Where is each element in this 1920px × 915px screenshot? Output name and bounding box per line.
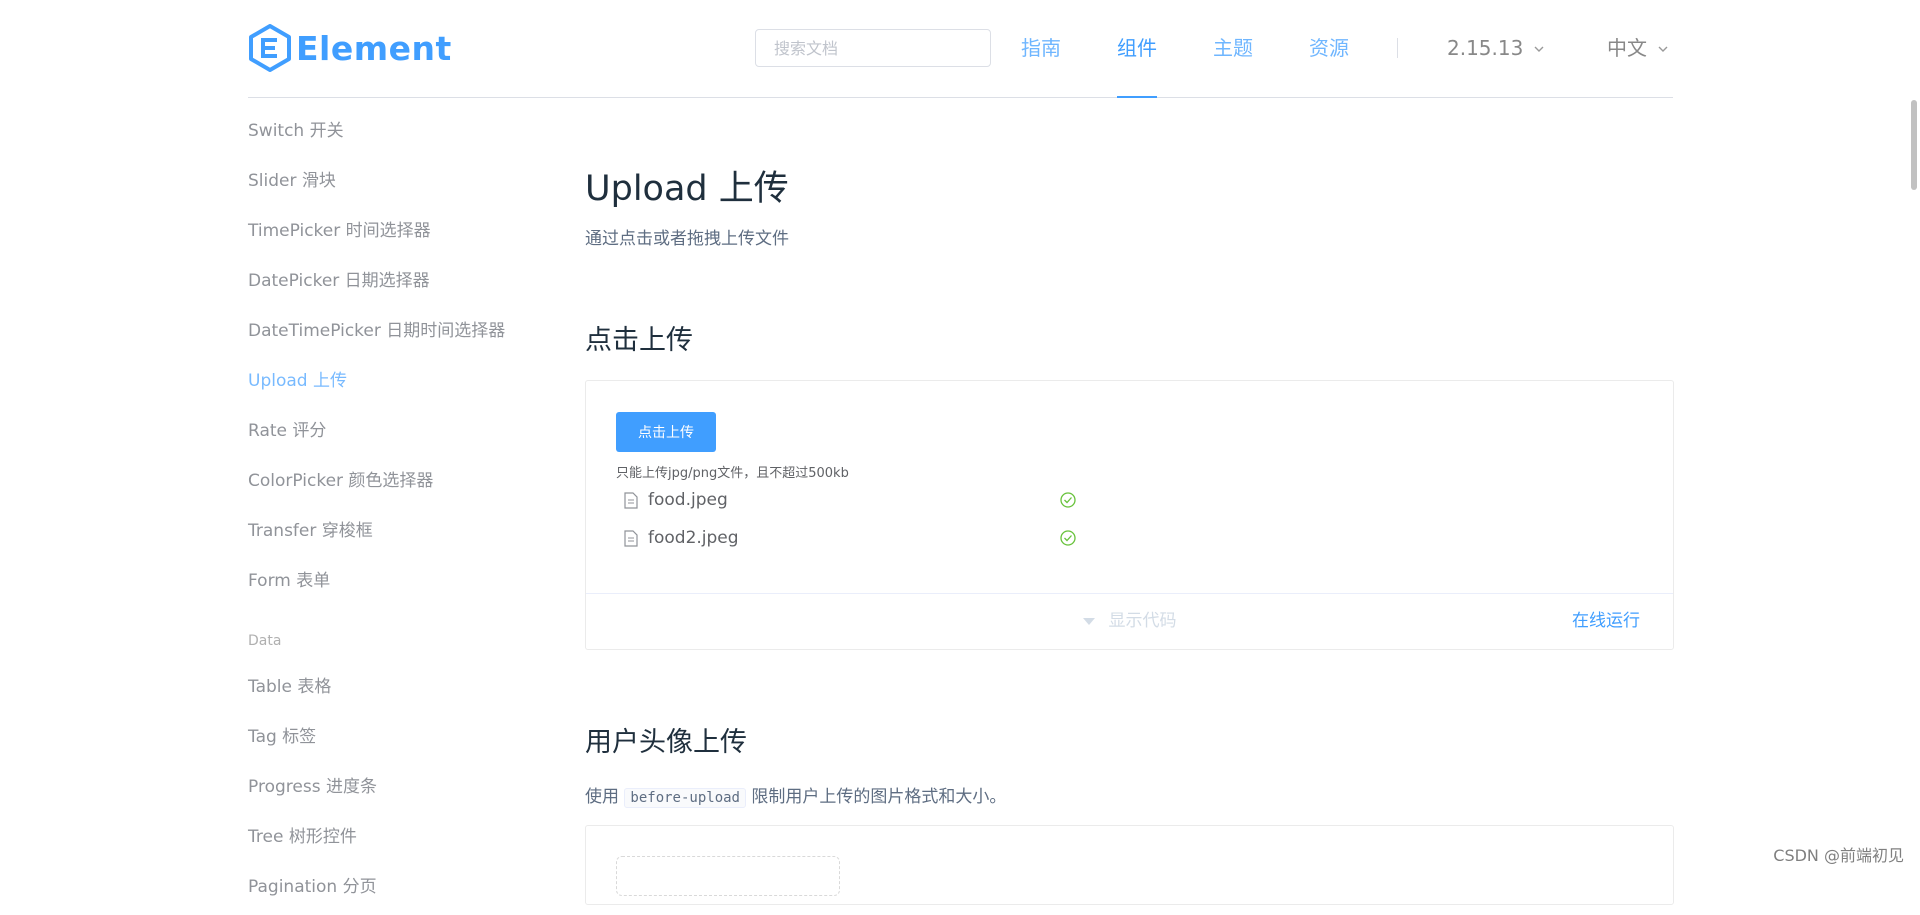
sidebar-item-tree[interactable]: Tree 树形控件 (248, 810, 548, 860)
chevron-down-icon (1658, 46, 1668, 52)
nav-guide[interactable]: 指南 (1021, 0, 1061, 97)
sidebar-item-datetimepicker[interactable]: DateTimePicker 日期时间选择器 (248, 304, 548, 354)
sidebar-item-colorpicker[interactable]: ColorPicker 颜色选择器 (248, 454, 548, 504)
sidebar-item-slider[interactable]: Slider 滑块 (248, 154, 548, 204)
desc-prefix: 使用 (585, 787, 619, 807)
section-title-click-upload: 点击上传 (585, 325, 693, 356)
file-list-item[interactable]: food.jpeg (616, 485, 1076, 515)
element-logo-icon (249, 24, 291, 72)
page-description: 通过点击或者拖拽上传文件 (585, 229, 789, 249)
page-scrollbar[interactable] (1909, 0, 1920, 878)
version-label: 2.15.13 (1447, 36, 1524, 60)
show-code-label: 显示代码 (1108, 611, 1177, 631)
file-list-item[interactable]: food2.jpeg (616, 523, 1076, 553)
sidebar-item-upload[interactable]: Upload 上传 (248, 354, 548, 404)
version-dropdown[interactable]: 2.15.13 (1447, 0, 1545, 97)
watermark: CSDN @前端初见 (1773, 846, 1904, 865)
inline-code: before-upload (624, 788, 746, 808)
language-label: 中文 (1607, 36, 1647, 60)
success-check-icon (1060, 530, 1076, 546)
sidebar-item-timepicker[interactable]: TimePicker 时间选择器 (248, 204, 548, 254)
document-icon (624, 529, 638, 547)
nav-divider (1397, 38, 1398, 58)
run-online-button[interactable]: 在线运行 (1572, 594, 1640, 649)
document-icon (624, 491, 638, 509)
main-nav: 指南 组件 主题 资源 (1021, 0, 1405, 98)
sidebar-item-switch[interactable]: Switch 开关 (248, 104, 548, 154)
upload-button[interactable]: 点击上传 (616, 412, 716, 452)
demo-block-avatar-upload (585, 825, 1674, 905)
page-title: Upload 上传 (585, 169, 789, 209)
file-name: food2.jpeg (648, 528, 739, 548)
sidebar: Switch 开关 Slider 滑块 TimePicker 时间选择器 Dat… (248, 104, 548, 910)
sidebar-item-form[interactable]: Form 表单 (248, 554, 548, 604)
chevron-down-icon (1534, 46, 1544, 52)
logo-text: Element (296, 28, 452, 68)
section-title-avatar-upload: 用户头像上传 (585, 727, 747, 758)
file-name: food.jpeg (648, 490, 728, 510)
nav-resource[interactable]: 资源 (1309, 0, 1349, 97)
sidebar-item-table[interactable]: Table 表格 (248, 660, 548, 710)
demo-block-click-upload: 点击上传 只能上传jpg/png文件，且不超过500kb food.jpeg f… (585, 380, 1674, 650)
demo-footer: 显示代码 在线运行 (586, 593, 1673, 649)
element-logo[interactable]: Element (248, 22, 452, 74)
language-dropdown[interactable]: 中文 (1607, 0, 1669, 97)
search-input[interactable] (755, 29, 991, 67)
sidebar-item-transfer[interactable]: Transfer 穿梭框 (248, 504, 548, 554)
upload-tip: 只能上传jpg/png文件，且不超过500kb (616, 466, 849, 481)
sidebar-item-pagination[interactable]: Pagination 分页 (248, 860, 548, 910)
nav-theme[interactable]: 主题 (1213, 0, 1253, 97)
nav-component[interactable]: 组件 (1117, 0, 1157, 98)
show-code-toggle[interactable]: 显示代码 (586, 594, 1673, 649)
section-description: 使用 before-upload 限制用户上传的图片格式和大小。 (585, 782, 1007, 808)
sidebar-item-progress[interactable]: Progress 进度条 (248, 760, 548, 810)
success-check-icon (1060, 492, 1076, 508)
caret-down-icon (1082, 617, 1095, 625)
sidebar-item-tag[interactable]: Tag 标签 (248, 710, 548, 760)
sidebar-group-label: Data (248, 633, 282, 649)
scrollbar-thumb[interactable] (1911, 100, 1917, 190)
sidebar-item-rate[interactable]: Rate 评分 (248, 404, 548, 454)
top-header: Element 指南 组件 主题 资源 2.15.13 中文 (248, 0, 1673, 98)
avatar-uploader[interactable] (616, 856, 840, 896)
desc-suffix: 限制用户上传的图片格式和大小。 (751, 787, 1007, 807)
sidebar-item-datepicker[interactable]: DatePicker 日期选择器 (248, 254, 548, 304)
